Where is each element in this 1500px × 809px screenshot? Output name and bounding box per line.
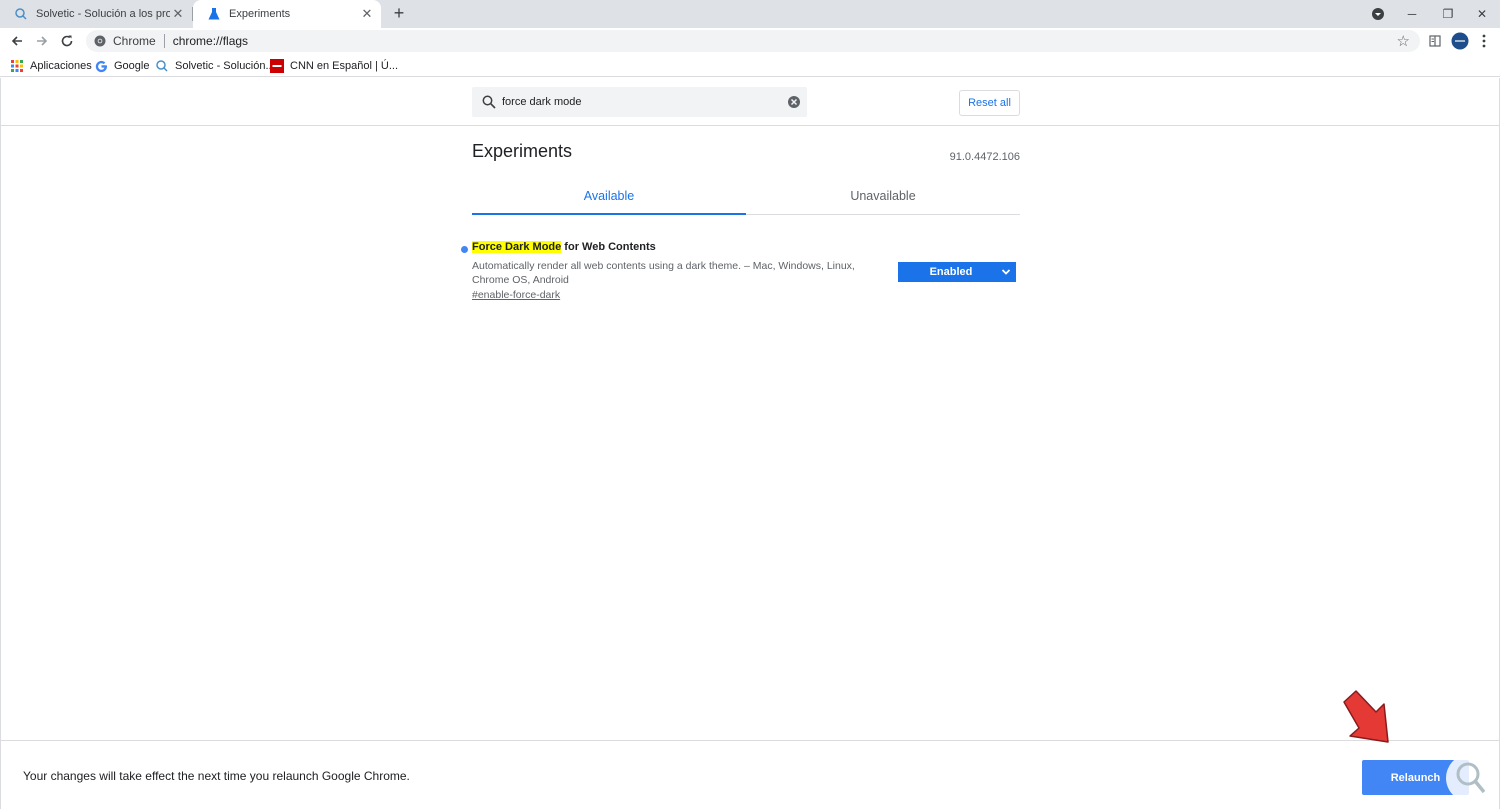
close-window-button[interactable]: ✕ bbox=[1464, 0, 1500, 28]
solvetic-watermark-icon bbox=[1446, 754, 1494, 802]
red-arrow-annotation-icon bbox=[1343, 690, 1389, 743]
bookmark-label: CNN en Español | Ú... bbox=[290, 60, 399, 72]
tab-experiments[interactable]: Experiments ✕ bbox=[193, 0, 381, 28]
bookmark-aplicaciones[interactable]: Aplicaciones bbox=[10, 58, 92, 74]
solvetic-icon bbox=[155, 59, 169, 73]
bookmark-label: Solvetic - Solución... bbox=[175, 60, 275, 72]
search-header: Reset all bbox=[1, 78, 1499, 126]
tab-strip: Solvetic - Solución a los problem ✕ Expe… bbox=[0, 0, 1500, 28]
bookmark-star-icon[interactable]: ☆ bbox=[1397, 32, 1410, 50]
relaunch-message: Your changes will take effect the next t… bbox=[23, 769, 410, 783]
new-tab-button[interactable]: + bbox=[390, 4, 408, 22]
flags-page: Reset all Experiments 91.0.4472.106 Avai… bbox=[0, 78, 1500, 740]
flag-name: Force Dark Mode for Web Contents bbox=[472, 241, 656, 253]
bookmark-label: Google bbox=[114, 60, 150, 72]
tab-available[interactable]: Available bbox=[472, 178, 746, 215]
tab-title: Solvetic - Solución a los problem bbox=[36, 8, 170, 20]
flag-name-rest: for Web Contents bbox=[561, 241, 656, 253]
clear-search-icon[interactable] bbox=[787, 95, 801, 109]
cnn-icon bbox=[270, 59, 284, 73]
search-input[interactable] bbox=[502, 96, 772, 108]
avatar[interactable] bbox=[1450, 31, 1470, 51]
url-text: chrome://flags bbox=[172, 34, 249, 48]
bookmark-cnn[interactable]: CNN en Español | Ú... bbox=[270, 58, 398, 74]
solvetic-favicon-icon bbox=[14, 7, 28, 21]
back-button[interactable] bbox=[7, 31, 27, 51]
tab-title: Experiments bbox=[229, 8, 291, 20]
version-number: 91.0.4472.106 bbox=[949, 151, 1020, 163]
chevron-down-icon bbox=[996, 262, 1016, 282]
bookmarks-bar: Aplicaciones Google Solvetic - Solución.… bbox=[0, 55, 1500, 77]
bookmark-solvetic[interactable]: Solvetic - Solución... bbox=[155, 58, 275, 74]
chrome-scheme-label: Chrome bbox=[113, 34, 156, 48]
address-bar[interactable]: Chrome chrome://flags ☆ bbox=[86, 30, 1420, 52]
flag-name-highlight: Force Dark Mode bbox=[472, 241, 562, 253]
relaunch-footer: Your changes will take effect the next t… bbox=[0, 740, 1500, 809]
profile-dropdown-icon[interactable] bbox=[1360, 0, 1396, 28]
omnibox-divider bbox=[163, 34, 165, 48]
experiments-tabs: Available Unavailable bbox=[472, 178, 1020, 215]
page-title: Experiments bbox=[472, 141, 573, 161]
modified-indicator-dot bbox=[461, 246, 468, 253]
google-icon bbox=[94, 59, 108, 73]
restore-button[interactable]: ❐ bbox=[1430, 0, 1466, 28]
apps-grid-icon bbox=[10, 59, 24, 73]
flag-state-value: Enabled bbox=[929, 266, 973, 278]
forward-button[interactable] bbox=[32, 31, 52, 51]
minimize-button[interactable]: ─ bbox=[1394, 0, 1430, 28]
flag-description: Automatically render all web contents us… bbox=[472, 260, 855, 286]
flag-permalink[interactable]: #enable-force-dark bbox=[472, 289, 560, 301]
search-box[interactable] bbox=[472, 87, 807, 117]
tab-unavailable[interactable]: Unavailable bbox=[746, 178, 1020, 214]
bookmark-label: Aplicaciones bbox=[30, 60, 92, 72]
reset-all-button[interactable]: Reset all bbox=[959, 90, 1020, 116]
flask-icon bbox=[207, 7, 221, 21]
reload-button[interactable] bbox=[57, 31, 77, 51]
tab-solvetic[interactable]: Solvetic - Solución a los problem ✕ bbox=[0, 0, 192, 28]
flag-state-select[interactable]: Enabled bbox=[898, 262, 1016, 282]
reading-list-icon[interactable] bbox=[1426, 31, 1444, 51]
toolbar: Chrome chrome://flags ☆ bbox=[0, 28, 1500, 55]
chrome-logo-icon bbox=[94, 35, 106, 47]
bookmark-google[interactable]: Google bbox=[94, 58, 149, 74]
tab-close-icon[interactable]: ✕ bbox=[170, 6, 186, 22]
tab-close-icon[interactable]: ✕ bbox=[359, 6, 375, 22]
search-icon bbox=[480, 93, 498, 111]
menu-kebab-icon[interactable] bbox=[1476, 31, 1492, 51]
